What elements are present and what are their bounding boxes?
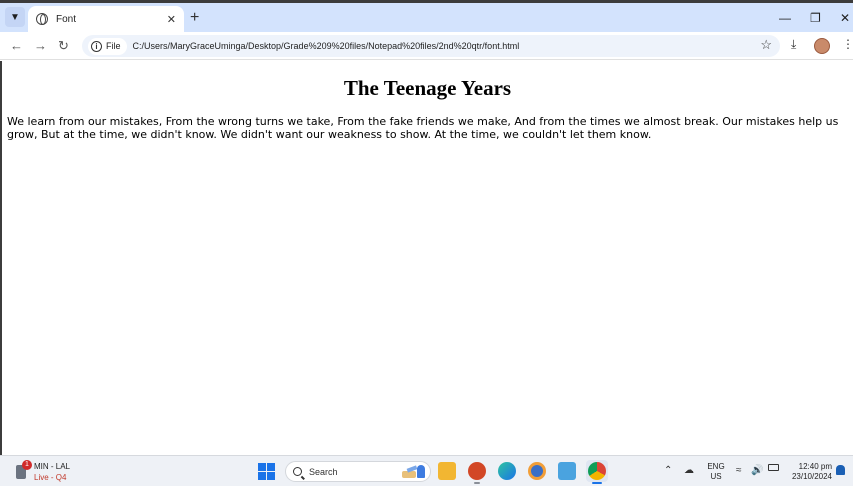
volume-icon[interactable]: 🔊 — [751, 465, 763, 476]
active-app-indicator — [592, 482, 602, 484]
page-paragraph: We learn from our mistakes, From the wro… — [7, 115, 839, 141]
store-icon[interactable] — [528, 462, 546, 480]
forward-arrow-icon[interactable]: → — [34, 37, 47, 55]
windows-start-icon[interactable] — [258, 463, 275, 480]
search-highlight-icon — [402, 465, 426, 479]
reload-icon[interactable]: ↻ — [58, 37, 69, 55]
close-tab-icon[interactable]: ✕ — [167, 13, 176, 26]
back-arrow-icon[interactable]: ← — [10, 37, 23, 55]
site-info-chip[interactable]: i File — [88, 37, 127, 55]
taskbar-search[interactable]: Search — [285, 461, 431, 482]
page-heading: The Teenage Years — [343, 76, 512, 100]
chevron-up-icon[interactable]: ⌃ — [664, 465, 672, 476]
notification-bell-icon[interactable] — [836, 465, 845, 475]
page-content: The Teenage Years We learn from our mist… — [0, 61, 853, 455]
bookmark-star-icon[interactable]: ☆ — [760, 37, 772, 53]
edge-icon[interactable] — [498, 462, 516, 480]
globe-icon — [36, 13, 48, 25]
browser-tab-font[interactable]: Font ✕ — [28, 6, 184, 32]
download-icon[interactable]: ⤓ — [791, 37, 796, 52]
minimize-button[interactable]: — — [779, 9, 791, 27]
browser-title-bar: ▼ Font ✕ + — ❐ ✕ — [0, 0, 853, 32]
tab-search-button[interactable]: ▼ — [5, 7, 25, 27]
search-label: Search — [309, 466, 338, 477]
restore-button[interactable]: ❐ — [810, 9, 821, 27]
close-window-button[interactable]: ✕ — [840, 9, 850, 27]
clock-date: 23/10/2024 — [791, 472, 832, 481]
file-explorer-icon[interactable] — [438, 462, 456, 480]
tab-title: Font — [56, 13, 77, 25]
taskbar-clock[interactable]: 12:40 pm 23/10/2024 — [788, 462, 832, 482]
running-indicator — [474, 482, 480, 484]
battery-icon[interactable] — [768, 464, 779, 471]
clock-time: 12:40 pm — [798, 462, 832, 471]
language-code: ENG — [707, 462, 725, 471]
browser-toolbar: ← → ↻ i File C:/Users/MaryGraceUminga/De… — [0, 32, 853, 60]
onedrive-cloud-icon[interactable]: ☁ — [684, 465, 694, 476]
chrome-icon[interactable] — [588, 462, 606, 480]
notepad-icon[interactable] — [558, 462, 576, 480]
chevron-down-icon: ▼ — [10, 11, 20, 23]
language-indicator[interactable]: ENG US — [707, 462, 725, 482]
powerpoint-icon[interactable] — [468, 462, 486, 480]
region-code: US — [710, 472, 722, 481]
notification-badge: 1 — [22, 460, 32, 470]
windows-taskbar: 1 MIN - LAL Live - Q4 Search ⌃ ☁ ENG US … — [0, 455, 853, 486]
address-bar[interactable]: i File C:/Users/MaryGraceUminga/Desktop/… — [82, 35, 780, 57]
profile-avatar[interactable] — [814, 38, 830, 54]
widget-title: MIN - LAL — [34, 462, 71, 471]
widget-status: Live - Q4 — [34, 473, 67, 482]
site-info-label: File — [106, 41, 121, 51]
info-icon: i — [91, 40, 102, 52]
menu-kebab-icon[interactable]: ⋮ — [842, 37, 853, 51]
wifi-icon[interactable]: ≈ — [736, 465, 742, 476]
search-icon — [293, 467, 302, 476]
url-text[interactable]: C:/Users/MaryGraceUminga/Desktop/Grade%2… — [133, 41, 780, 51]
new-tab-button[interactable]: + — [190, 9, 199, 27]
